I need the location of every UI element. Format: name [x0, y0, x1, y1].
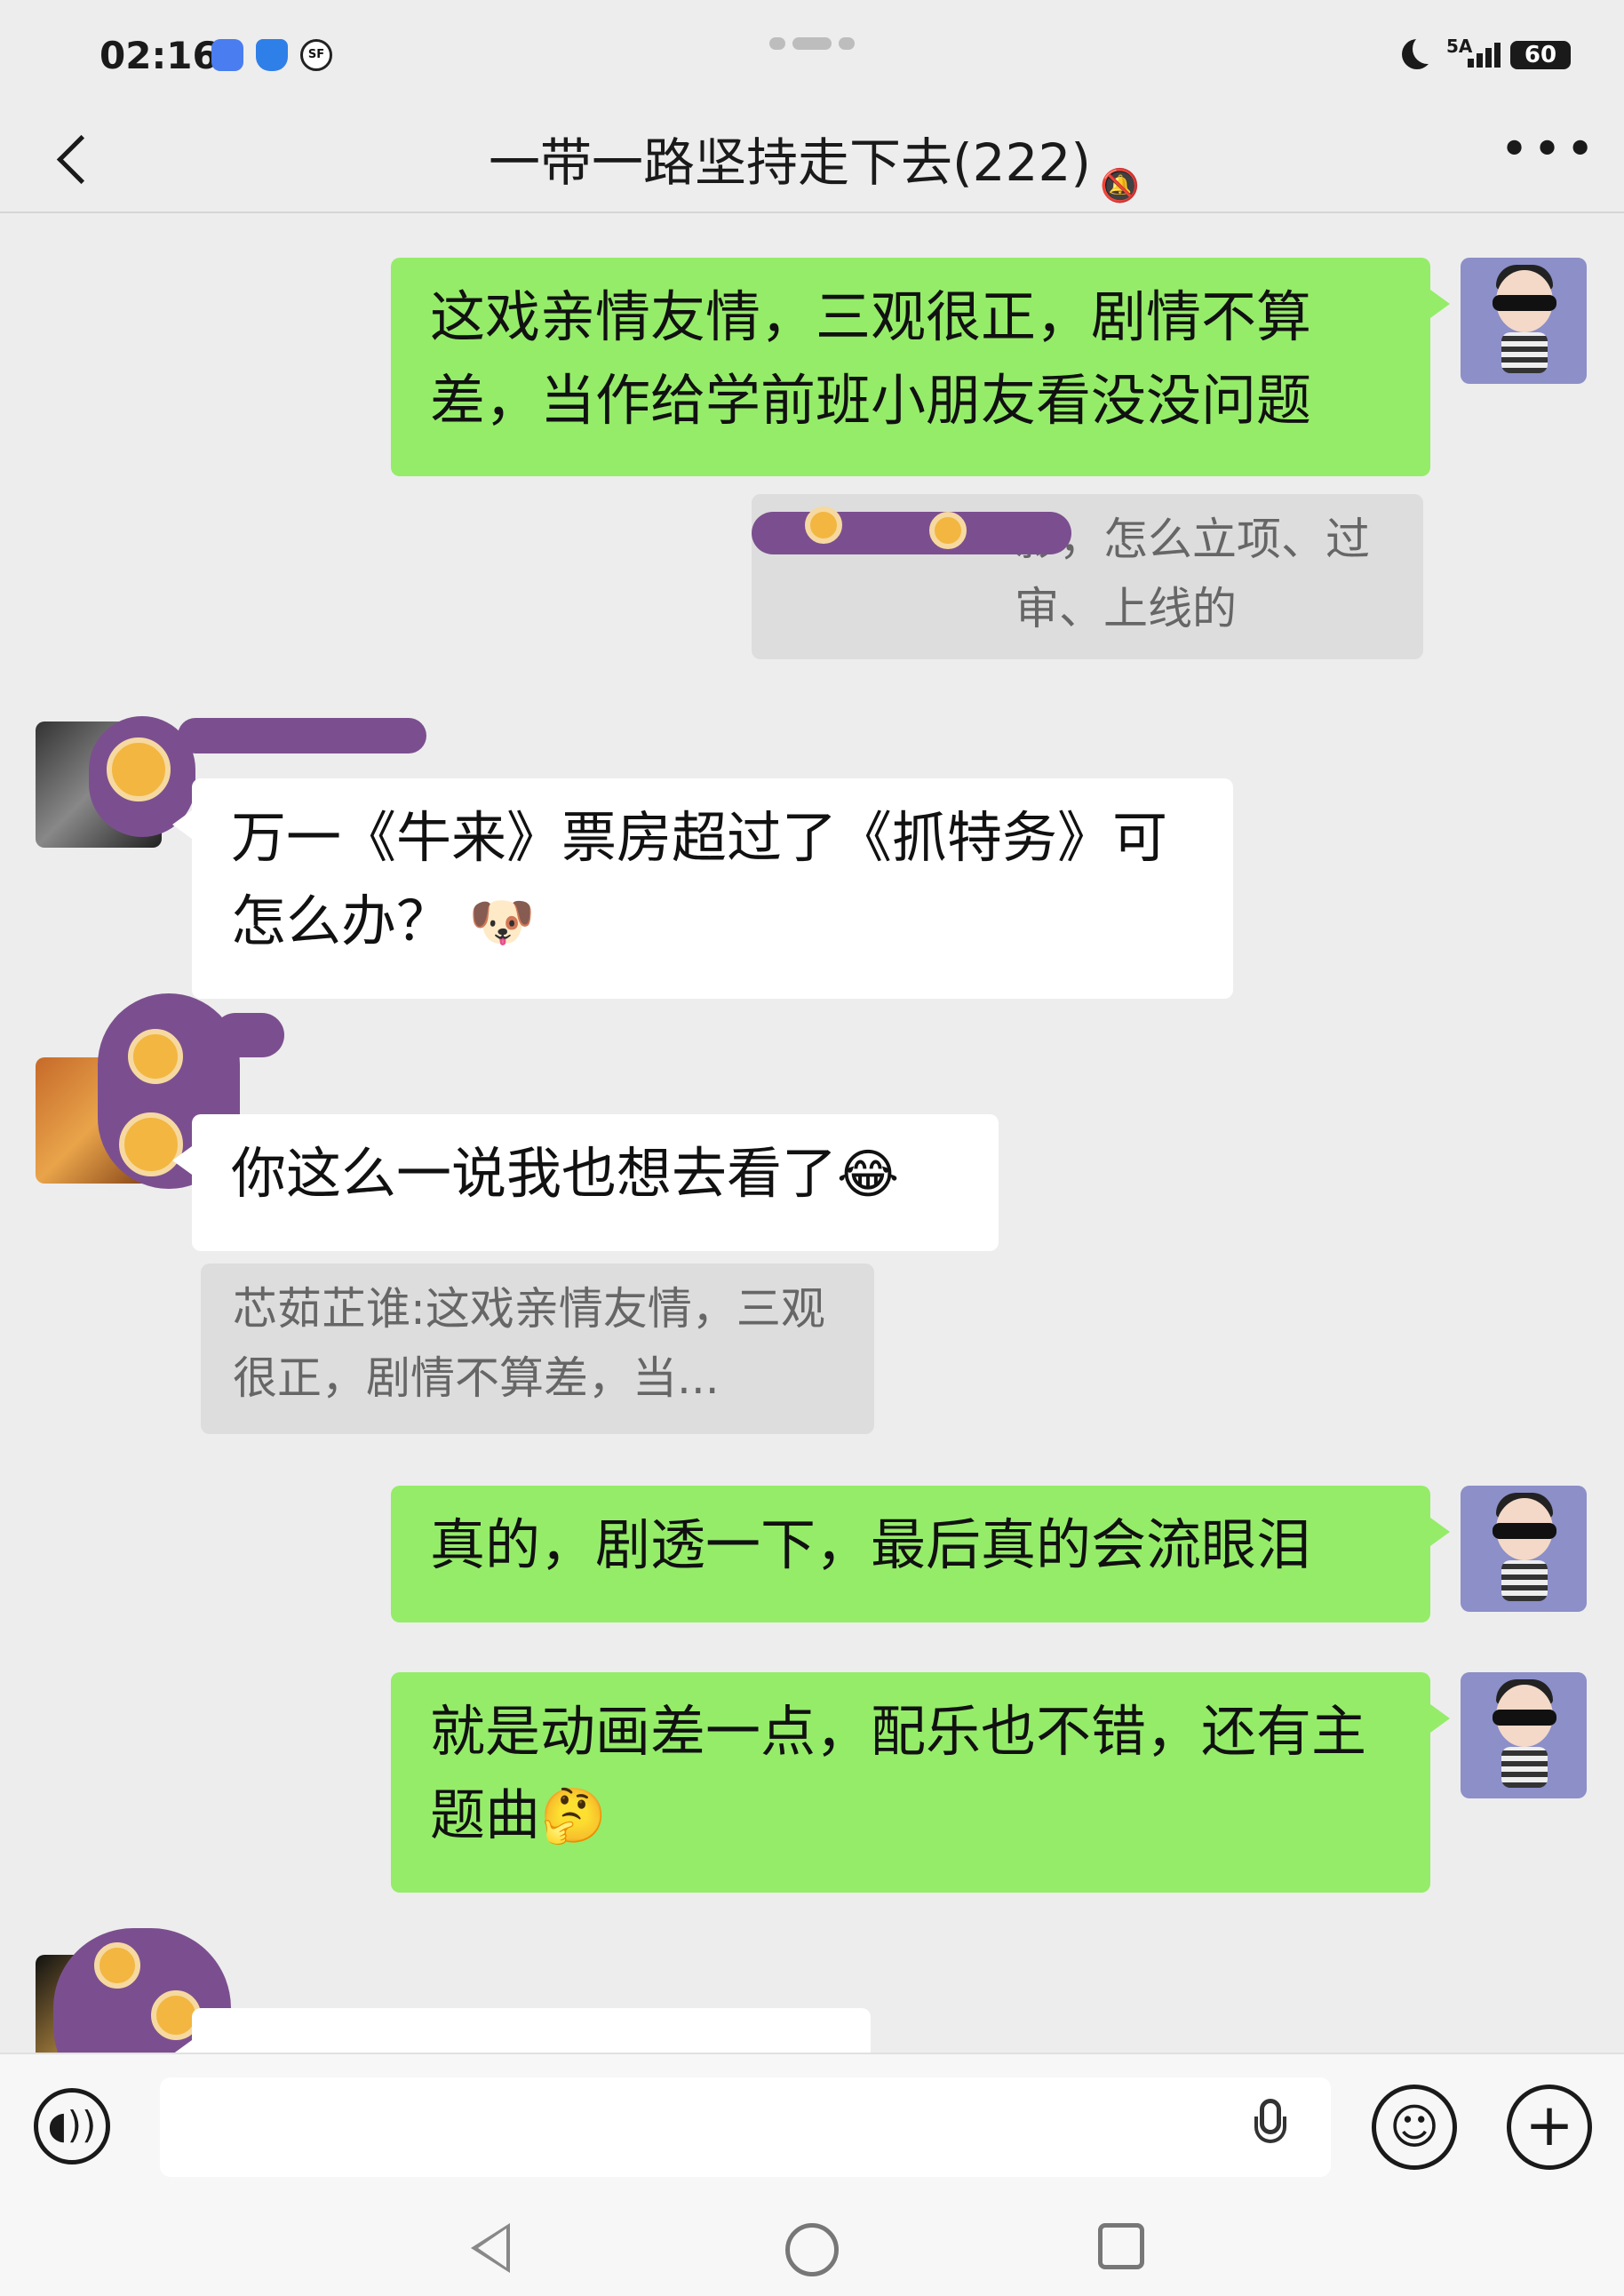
message-list[interactable]: 这戏亲情友情，三观很正，剧情不算差，当作给学前班小朋友看没没问题 影，怎么立项、… — [0, 213, 1624, 2053]
nav-back-icon[interactable] — [471, 2223, 510, 2273]
chat-header: 一带一路坚持走下去(222) ••• — [0, 107, 1624, 213]
chat-title-wrap: 一带一路坚持走下去(222) — [0, 121, 1624, 195]
my-avatar[interactable] — [1461, 1672, 1587, 1798]
redaction-mark — [752, 506, 1071, 554]
window-handle — [769, 34, 862, 51]
nav-recents-icon[interactable] — [1098, 2223, 1144, 2269]
my-avatar[interactable] — [1461, 258, 1587, 384]
quoted-message[interactable]: 芯茹芷谁:这戏亲情友情，三观很正，剧情不算差，当... — [201, 1264, 874, 1434]
chat-title: 一带一路坚持走下去(222) — [489, 132, 1091, 193]
microphone-icon[interactable] — [1253, 2099, 1288, 2156]
message-bubble[interactable]: 就是动画差一点，配乐也不错，还有主题曲🤔 — [391, 1672, 1450, 1893]
quoted-text: 芯茹芷谁:这戏亲情友情，三观很正，剧情不算差，当... — [233, 1283, 825, 1404]
sf-express-icon: SF — [300, 39, 332, 71]
message-input[interactable] — [160, 2077, 1331, 2177]
system-navigation — [0, 2196, 1624, 2296]
redaction-mark — [178, 718, 426, 753]
bell-off-icon — [1100, 148, 1135, 184]
message-text: 万一《牛来》票房超过了《抓特务》可怎么办？ — [231, 805, 1168, 953]
message-text: 真的，剧透一下，最后真的会流眼泪 — [430, 1512, 1312, 1577]
voice-icon[interactable]: ◖)) — [34, 2088, 110, 2164]
message-bubble[interactable]: 万一《牛来》票房超过了《抓特务》可怎么办？ 🐶 — [172, 778, 1233, 999]
status-time: 02:16 — [100, 34, 219, 77]
dog-face-emoji: 🐶 — [468, 891, 536, 953]
emoji-icon[interactable]: ☺ — [1372, 2085, 1457, 2170]
signal-icon — [1468, 43, 1503, 68]
message-bubble-partial[interactable] — [172, 2008, 871, 2053]
message-bubble[interactable]: 真的，剧透一下，最后真的会流眼泪 — [391, 1486, 1450, 1622]
plus-icon[interactable]: + — [1507, 2085, 1592, 2170]
more-button[interactable]: ••• — [1500, 125, 1595, 190]
my-avatar[interactable] — [1461, 1486, 1587, 1612]
shield-icon — [256, 39, 288, 71]
chat-app-icon — [211, 39, 243, 71]
battery-indicator: 60 — [1510, 41, 1571, 69]
message-bubble[interactable]: 你这么一说我也想去看了😂 — [172, 1114, 999, 1251]
input-bar: ◖)) ☺ + — [0, 2053, 1624, 2198]
message-text: 你这么一说我也想去看了 — [231, 1141, 838, 1206]
status-bar: 02:16 SF 5A 60 — [0, 0, 1624, 107]
message-bubble[interactable]: 这戏亲情友情，三观很正，剧情不算差，当作给学前班小朋友看没没问题 — [391, 258, 1450, 476]
do-not-disturb-icon — [1402, 34, 1443, 69]
nav-home-icon[interactable] — [785, 2223, 839, 2276]
redaction-mark — [213, 1013, 284, 1057]
thinking-emoji: 🤔 — [540, 1785, 607, 1847]
message-text: 这戏亲情友情，三观很正，剧情不算差，当作给学前班小朋友看没没问题 — [430, 284, 1312, 433]
laughing-crying-emoji: 😂 — [837, 1144, 900, 1206]
